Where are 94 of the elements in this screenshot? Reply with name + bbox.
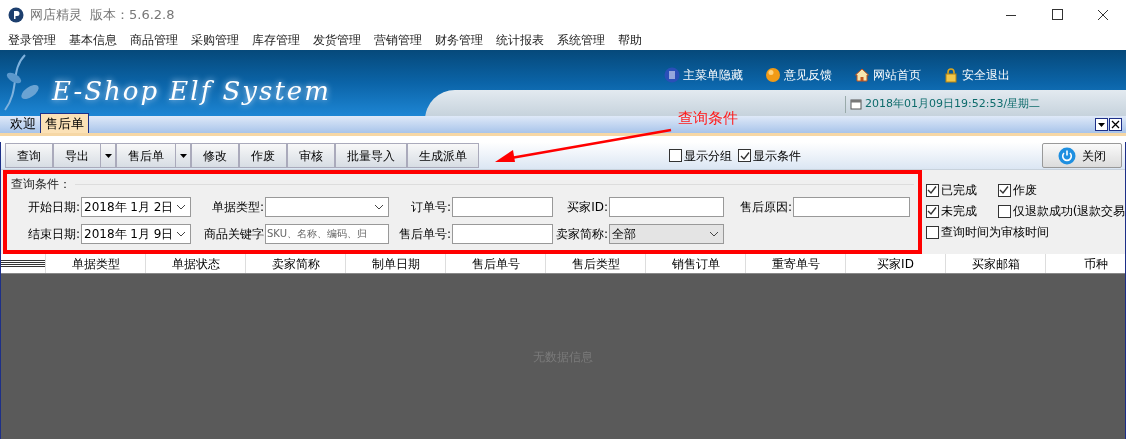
column-header[interactable]: 买家邮箱: [946, 254, 1046, 273]
annotation-label: 查询条件: [678, 108, 738, 129]
date-picker[interactable]: 2018年 1月 2日: [81, 196, 191, 217]
field-label: 售后单号:: [398, 225, 451, 243]
dropdown-field[interactable]: [265, 196, 389, 217]
banner-link[interactable]: 主菜单隐藏: [683, 66, 743, 84]
input-field[interactable]: [452, 223, 553, 244]
column-header[interactable]: 制单日期: [346, 254, 446, 273]
toolbar-button[interactable]: 修改: [191, 143, 239, 168]
checkbox-label: 仅退款成功(退款交易: [1012, 203, 1125, 220]
toolbar-button[interactable]: 审核: [287, 143, 335, 168]
logo-text: E-Shop Elf System: [52, 75, 331, 108]
split-button[interactable]: 售后单: [116, 143, 191, 168]
app-logo-icon: [8, 7, 24, 23]
window-title: 网店精灵: [30, 6, 82, 25]
menu-item[interactable]: 商品管理: [130, 31, 178, 49]
power-icon: [1058, 146, 1076, 165]
home-icon: [854, 67, 870, 83]
toolbar-button[interactable]: 生成派单: [407, 143, 479, 168]
column-header[interactable]: 售后单号: [446, 254, 546, 273]
checkbox-label: 查询时间为审核时间: [940, 224, 1049, 241]
menu-item[interactable]: 登录管理: [8, 31, 56, 49]
lock-icon: [943, 67, 959, 83]
tab[interactable]: 售后单: [40, 113, 89, 133]
menu-item[interactable]: 采购管理: [191, 31, 239, 49]
column-header[interactable]: 单据类型: [46, 254, 146, 273]
toolbar-button[interactable]: 查询: [5, 143, 53, 168]
field-label: 订单号:: [410, 198, 451, 216]
checkbox[interactable]: [669, 149, 682, 162]
checkbox-label: 显示分组: [684, 147, 732, 165]
calendar-icon: [850, 98, 862, 111]
chevron-icon: [709, 230, 719, 237]
column-header[interactable]: 单据状态: [146, 254, 246, 273]
checkbox-label: 已完成: [940, 182, 977, 199]
split-button[interactable]: 导出: [53, 143, 116, 168]
row-handle-icon: [1, 259, 45, 268]
menu-item[interactable]: 财务管理: [435, 31, 483, 49]
column-header[interactable]: 卖家简称: [246, 254, 346, 273]
field-label: 买家ID:: [567, 198, 608, 216]
toolbar-button[interactable]: 批量导入: [335, 143, 407, 168]
date-time: 2018年01月09日19:52:53/星期二: [865, 96, 1041, 112]
checkbox[interactable]: [925, 183, 939, 197]
chevron-icon: [176, 230, 186, 237]
column-header[interactable]: 买家ID: [846, 254, 946, 273]
checkbox-label: 显示条件: [753, 147, 801, 165]
menu-item[interactable]: 帮助: [618, 31, 642, 49]
banner-link[interactable]: 安全退出: [962, 66, 1010, 84]
field-label: 单据类型:: [211, 198, 264, 216]
date-picker[interactable]: 2018年 1月 9日: [81, 223, 191, 244]
version-label: 版本：5.6.2.8: [90, 6, 175, 25]
close-icon: [1095, 7, 1111, 23]
field-label: 卖家简称:: [555, 225, 608, 243]
column-header[interactable]: 币种: [1046, 254, 1126, 273]
field-label: 售后原因:: [739, 198, 792, 216]
list-icon: [664, 67, 680, 83]
chevron-icon: [374, 203, 384, 210]
checkbox[interactable]: [925, 225, 939, 239]
toolbar-button[interactable]: 作废: [239, 143, 287, 168]
input-field[interactable]: SKU、名称、编码、归: [265, 223, 389, 244]
column-header[interactable]: 售后类型: [546, 254, 646, 273]
field-label: 结束日期:: [27, 225, 80, 243]
banner-link[interactable]: 意见反馈: [784, 66, 832, 84]
checkbox[interactable]: [738, 149, 751, 162]
input-field[interactable]: [609, 196, 724, 217]
checkbox-label: 未完成: [940, 203, 977, 220]
ball-icon: [765, 67, 781, 83]
menu-item[interactable]: 基本信息: [69, 31, 117, 49]
close-icon: [1109, 118, 1122, 131]
maximize-icon: [1049, 7, 1065, 23]
menu-item[interactable]: 发货管理: [313, 31, 361, 49]
column-header[interactable]: 重寄单号: [746, 254, 846, 273]
banner-link[interactable]: 网站首页: [873, 66, 921, 84]
menu-item[interactable]: 统计报表: [496, 31, 544, 49]
dropdown-icon: [1095, 118, 1108, 131]
checkbox[interactable]: [925, 204, 939, 218]
section-title: 查询条件：: [11, 176, 71, 193]
menu-item[interactable]: 营销管理: [374, 31, 422, 49]
field-label: 开始日期:: [27, 198, 80, 216]
menu-item[interactable]: 系统管理: [557, 31, 605, 49]
checkbox[interactable]: [997, 183, 1011, 197]
column-header[interactable]: 销售订单: [646, 254, 746, 273]
close-button[interactable]: 关闭: [1042, 143, 1122, 168]
checkbox-label: 作废: [1012, 182, 1037, 199]
menu-item[interactable]: 库存管理: [252, 31, 300, 49]
field-label: 商品关键字: [204, 225, 264, 243]
caret-icon: [104, 153, 112, 158]
dropdown-field[interactable]: 全部: [609, 223, 724, 244]
chevron-icon: [176, 203, 186, 210]
tab[interactable]: 欢迎: [6, 114, 40, 133]
input-field[interactable]: [793, 196, 910, 217]
caret-icon: [179, 153, 187, 158]
input-field[interactable]: [452, 196, 553, 217]
checkbox[interactable]: [997, 204, 1011, 218]
minimize-icon: [1006, 14, 1016, 16]
